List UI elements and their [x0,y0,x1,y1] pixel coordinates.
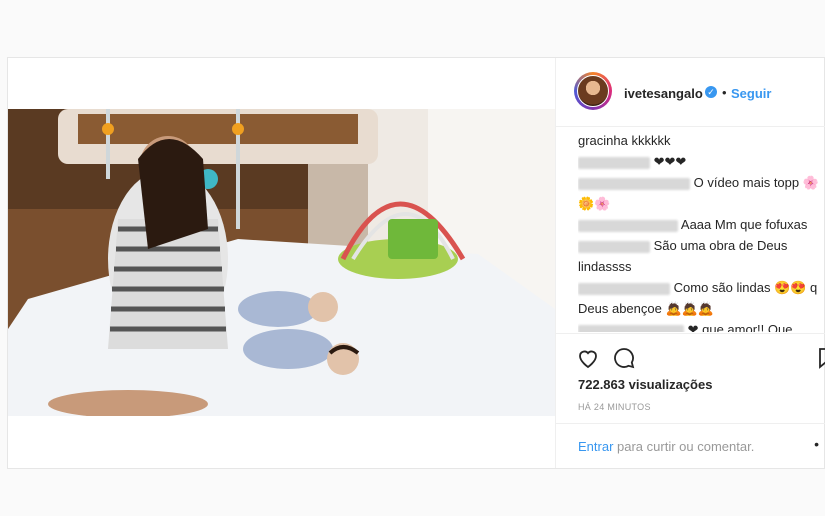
username-link[interactable]: ivetesangalo [624,86,703,101]
blurred-username [578,240,650,253]
comment-item: O vídeo mais topp 🌸 [578,174,825,191]
comment-text: São uma obra de Deus [653,238,788,253]
comment-item: gracinha kkkkkk [578,132,825,149]
comment-text: lindassss [578,259,632,274]
post-actions [556,333,825,374]
comment-text: Aaaa Mm que fofuxas [680,217,808,232]
comment-item: 🌼🌸 [578,195,825,212]
comment-text: 🌼🌸 [578,196,611,211]
blurred-username [578,177,690,190]
verified-badge-icon: ✓ [705,86,717,98]
comment-item: Como são lindas 😍😍 q [578,279,825,296]
blurred-username [578,156,650,169]
comment-text: Deus abençoe 🙇🙇🙇 [578,301,715,316]
avatar[interactable] [574,72,612,110]
follow-button[interactable]: Seguir [731,86,771,101]
login-bar: Entrar para curtir ou comentar. • [556,423,825,469]
blurred-username [578,324,684,332]
video-frame [8,109,555,416]
blurred-username [578,282,670,295]
instagram-post: ivetesangalo ✓ • Seguir gracinha kkkkkk … [7,57,825,469]
view-count: 722.863 visualizações [578,377,713,392]
comment-text: O vídeo mais topp 🌸 [693,175,819,190]
comment-item: ❤ que amor!! Que [578,321,825,332]
video-player[interactable] [8,109,555,416]
comment-text: Como são lindas 😍😍 q [673,280,818,295]
comment-list[interactable]: gracinha kkkkkk ❤❤❤ O vídeo mais topp 🌸 … [578,132,825,332]
bookmark-icon[interactable] [814,346,825,370]
login-link[interactable]: Entrar [578,439,613,454]
heart-icon[interactable] [576,346,600,370]
more-options-icon[interactable]: • [814,436,819,452]
comment-icon[interactable] [612,346,636,370]
comment-text: gracinha kkkkkk [578,133,671,148]
comment-item: Deus abençoe 🙇🙇🙇 [578,300,825,317]
blurred-username [578,219,678,232]
timestamp[interactable]: HÁ 24 MINUTOS [578,402,651,412]
comment-text: ❤ que amor!! Que [687,322,793,332]
comment-item: São uma obra de Deus [578,237,825,254]
comment-text: ❤❤❤ [653,154,687,169]
login-suffix: para curtir ou comentar. [613,439,755,454]
post-sidebar: ivetesangalo ✓ • Seguir gracinha kkkkkk … [555,58,825,468]
comment-item: Aaaa Mm que fofuxas [578,216,825,233]
separator-dot: • [722,85,727,100]
post-header: ivetesangalo ✓ • Seguir [556,58,825,127]
comment-item: ❤❤❤ [578,153,825,170]
comment-item: lindassss [578,258,825,275]
post-media [8,58,555,468]
login-prompt: Entrar para curtir ou comentar. [578,439,754,454]
